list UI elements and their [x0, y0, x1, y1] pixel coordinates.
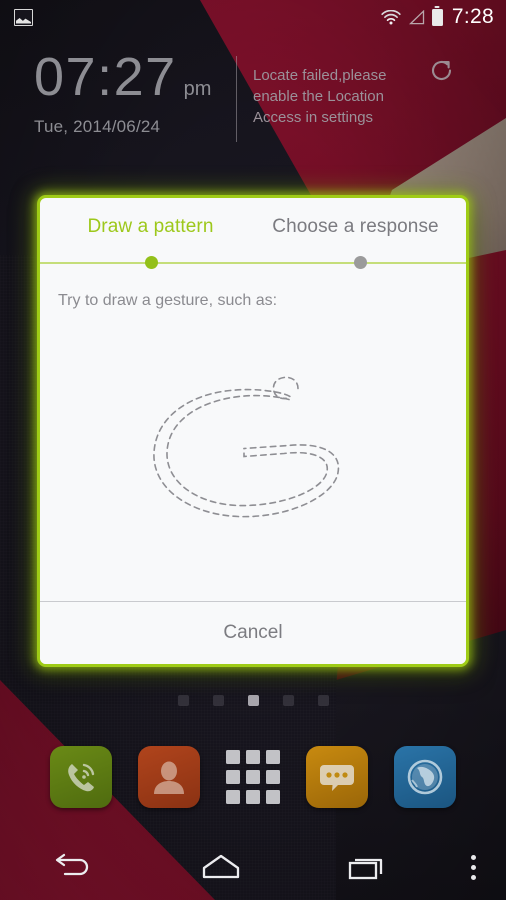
dock-item-phone[interactable]: [50, 746, 112, 808]
grid-icon: [266, 750, 280, 764]
battery-icon: [431, 8, 443, 26]
step-dot-inactive[interactable]: [354, 256, 367, 269]
grid-icon: [246, 750, 260, 764]
status-bar-notifications: [14, 8, 33, 26]
dock-item-app-drawer[interactable]: [226, 750, 280, 804]
nav-back-button[interactable]: [0, 834, 147, 900]
grid-icon: [246, 790, 260, 804]
clock-ampm: pm: [183, 78, 212, 100]
nav-recents-button[interactable]: [295, 834, 442, 900]
navigation-bar: [0, 834, 506, 900]
speech-bubble-icon: [320, 765, 354, 791]
photo-icon: [14, 8, 33, 26]
nav-overflow-menu-button[interactable]: [442, 834, 506, 900]
globe-icon: [407, 759, 443, 795]
person-icon: [154, 761, 184, 794]
step-line: [40, 262, 466, 264]
clock-time-row: 07:27 pm: [34, 50, 211, 104]
page-indicator: [0, 695, 506, 706]
tab-choose-a-response[interactable]: Choose a response: [253, 216, 458, 238]
overflow-menu-icon: [471, 854, 477, 880]
phone-icon: [68, 763, 95, 792]
grid-icon: [226, 770, 240, 784]
clock-date: Tue, 2014/06/24: [34, 117, 161, 136]
letter-g-gesture-icon: [153, 376, 340, 517]
dialog-instruction: Try to draw a gesture, such as:: [58, 292, 278, 309]
status-bar-clock: 7:28: [451, 5, 494, 28]
dialog-step-indicator: [40, 256, 466, 270]
home-icon: [202, 854, 240, 879]
nav-home-button[interactable]: [147, 834, 294, 900]
status-bar-system-icons: 7:28: [381, 5, 494, 29]
clock-time: 07:27: [34, 47, 177, 107]
dialog-tabs: Draw a pattern Choose a response: [40, 198, 466, 256]
signal-triangle-icon: [408, 9, 425, 24]
grid-icon: [246, 770, 260, 784]
page-dot[interactable]: [317, 695, 329, 706]
recents-icon: [349, 858, 383, 880]
widget-divider: [236, 56, 237, 142]
dock-item-browser[interactable]: [394, 746, 456, 808]
page-dot[interactable]: [212, 695, 224, 706]
tab-draw-a-pattern[interactable]: Draw a pattern: [48, 216, 253, 238]
back-arrow-icon: [55, 853, 88, 876]
gesture-draw-area[interactable]: [40, 310, 466, 601]
cancel-button[interactable]: Cancel: [40, 602, 466, 664]
gesture-dialog: Draw a pattern Choose a response Try to …: [37, 195, 469, 667]
grid-icon: [266, 770, 280, 784]
refresh-icon[interactable]: [428, 57, 455, 84]
status-bar: 7:28: [0, 0, 506, 34]
grid-icon: [226, 790, 240, 804]
page-dot[interactable]: [177, 695, 189, 706]
dock-item-messaging[interactable]: [306, 746, 368, 808]
grid-icon: [226, 750, 240, 764]
phone-screen: 7:28 07:27 pm Tue, 2014/06/24 Locate fai…: [0, 0, 506, 900]
step-dot-active[interactable]: [145, 256, 158, 269]
clock-widget[interactable]: 07:27 pm Tue, 2014/06/24: [34, 50, 211, 137]
page-dot-active[interactable]: [247, 695, 259, 706]
dock-item-contacts[interactable]: [138, 746, 200, 808]
dock: [0, 742, 506, 812]
wifi-icon: [381, 9, 401, 24]
grid-icon: [266, 790, 280, 804]
weather-message: Locate failed,please enable the Location…: [253, 67, 387, 126]
page-dot[interactable]: [282, 695, 294, 706]
